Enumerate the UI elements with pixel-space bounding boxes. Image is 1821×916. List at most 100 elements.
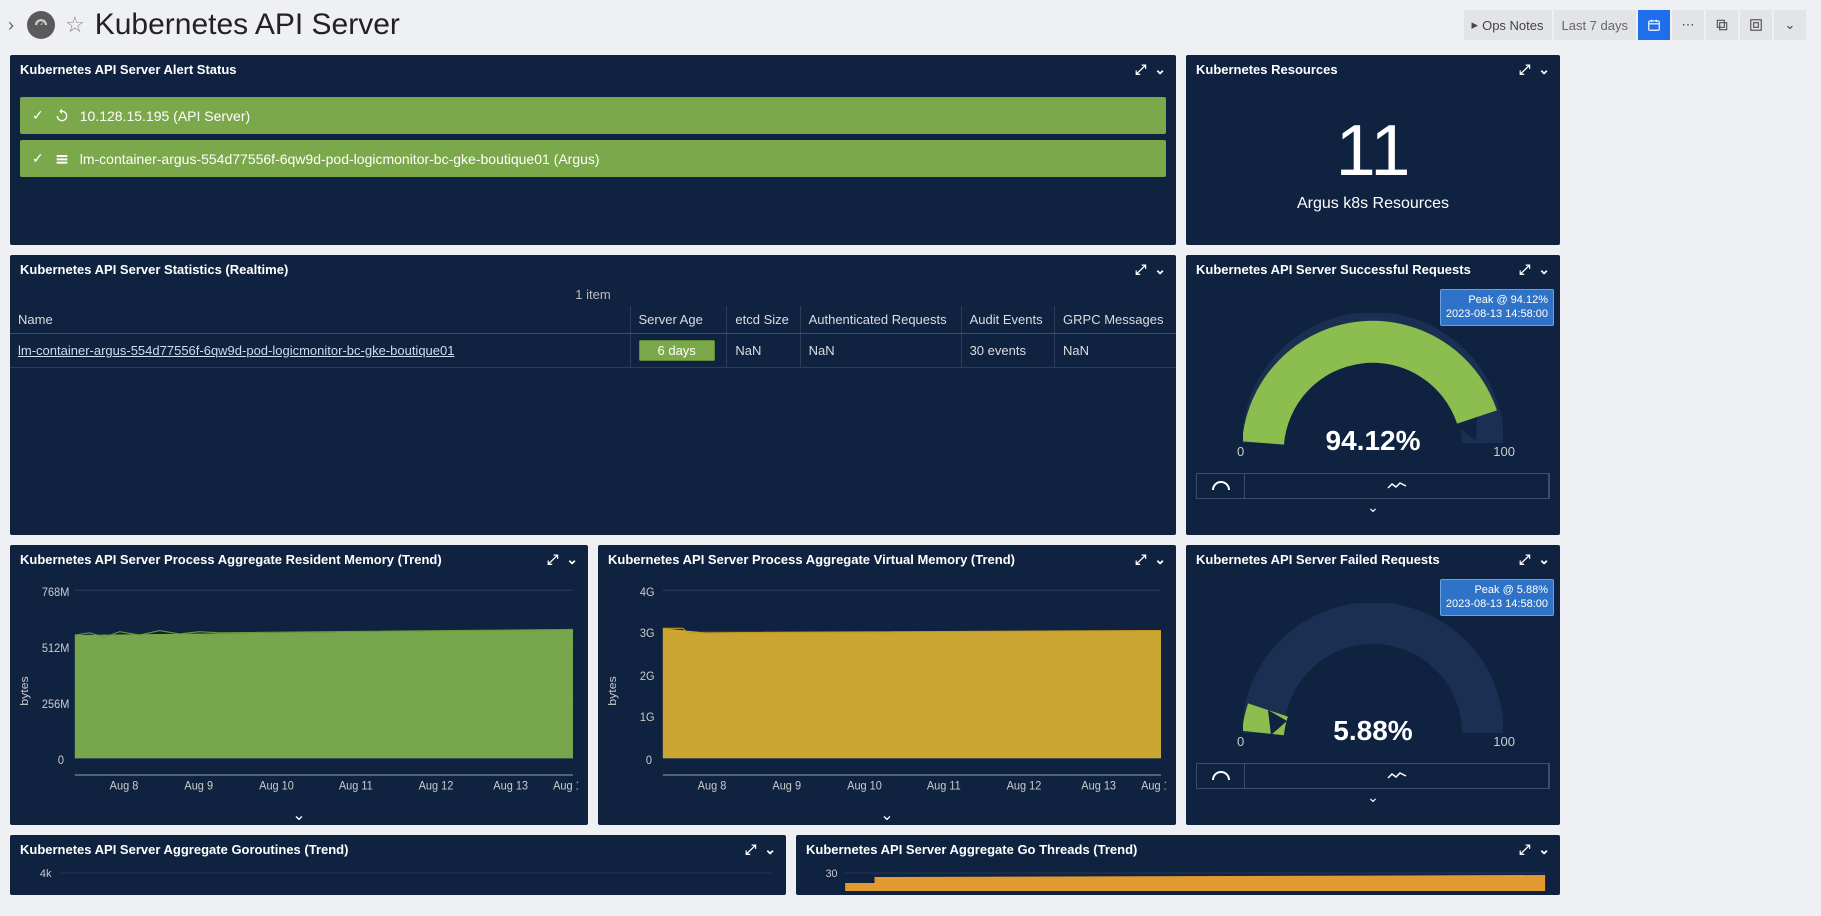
bottom-row: Kubernetes API Server Aggregate Goroutin… [10,835,1560,895]
svg-text:1G: 1G [640,711,655,725]
table-count: 1 item [10,283,1176,306]
row-name-link[interactable]: lm-container-argus-554d77556f-6qw9d-pod-… [18,343,454,358]
time-range-label[interactable]: Last 7 days [1554,10,1637,40]
expand-icon[interactable]: ⤢ [1135,261,1146,278]
panel-title: Kubernetes API Server Aggregate Go Threa… [806,842,1137,857]
chevron-down-icon[interactable]: ⌄ [880,807,893,824]
chevron-down-icon[interactable]: ⌄ [1367,499,1379,515]
svg-text:Aug 10: Aug 10 [847,779,882,793]
y-axis-label: bytes [20,676,31,706]
panel-gothreads: Kubernetes API Server Aggregate Go Threa… [796,835,1560,895]
panel-title: Kubernetes API Server Alert Status [20,62,237,77]
panel-title: Kubernetes API Server Statistics (Realti… [20,262,288,277]
svg-text:Aug 14: Aug 14 [553,779,578,793]
stats-table: Name Server Age etcd Size Authenticated … [10,306,1176,368]
svg-text:bytes: bytes [608,676,619,706]
fullscreen-button[interactable] [1740,10,1772,40]
panel-title: Kubernetes Resources [1196,62,1338,77]
chevron-down-icon[interactable]: ⌄ [1154,551,1166,568]
panel-failed-requests: Kubernetes API Server Failed Requests ⤢⌄… [1186,545,1560,825]
chevron-down-icon[interactable]: ⌄ [1538,551,1550,568]
panel-successful-requests: Kubernetes API Server Successful Request… [1186,255,1560,535]
col-auth[interactable]: Authenticated Requests [800,306,961,334]
expand-icon[interactable]: ⤢ [1135,61,1146,78]
memory-row: Kubernetes API Server Process Aggregate … [10,545,1176,825]
alert-item-label: 10.128.15.195 (API Server) [80,108,250,124]
gauge-value: 94.12% [1243,425,1503,457]
expand-icon[interactable]: ⤢ [1135,551,1146,568]
svg-text:Aug 12: Aug 12 [419,779,454,793]
ops-notes-button[interactable]: ▸Ops Notes [1464,10,1552,40]
cell-auth: NaN [800,334,961,368]
table-row[interactable]: lm-container-argus-554d77556f-6qw9d-pod-… [10,334,1176,368]
gauge-tab-line[interactable] [1245,764,1549,788]
col-grpc[interactable]: GRPC Messages [1055,306,1176,334]
page-header: › ☆ Kubernetes API Server ▸Ops Notes Las… [0,0,1821,55]
check-icon: ✓ [32,150,44,167]
table-header-row: Name Server Age etcd Size Authenticated … [10,306,1176,334]
clone-button[interactable] [1706,10,1738,40]
expand-icon[interactable]: ⤢ [1519,551,1530,568]
col-audit[interactable]: Audit Events [961,306,1054,334]
dots-icon: ⋯ [1682,17,1695,33]
svg-text:4G: 4G [640,585,655,599]
chevron-down-icon[interactable]: ⌄ [1538,61,1550,78]
expand-icon[interactable]: ⤢ [1519,841,1530,858]
server-age-badge: 6 days [639,340,715,361]
back-chevron-icon[interactable]: › [5,15,17,36]
panel-alert-status: Kubernetes API Server Alert Status ⤢ ⌄ ✓… [10,55,1176,245]
svg-text:Aug 13: Aug 13 [1081,779,1116,793]
dropdown-button[interactable]: ⌄ [1774,10,1806,40]
svg-text:Aug 10: Aug 10 [259,779,294,793]
gauge-tab-line[interactable] [1245,474,1549,498]
goroutines-chart: 4k [10,863,786,891]
panel-goroutines: Kubernetes API Server Aggregate Goroutin… [10,835,786,895]
y-tick: 4k [40,868,52,880]
expand-icon[interactable]: ⤢ [745,841,756,858]
panel-title: Kubernetes API Server Aggregate Goroutin… [20,842,348,857]
star-icon[interactable]: ☆ [65,12,85,38]
dashboard-icon [27,11,55,39]
col-etcd[interactable]: etcd Size [727,306,800,334]
chevron-down-icon[interactable]: ⌄ [1154,61,1166,78]
expand-icon[interactable]: ⤢ [1519,61,1530,78]
chevron-down-icon[interactable]: ⌄ [1367,789,1379,805]
alert-item[interactable]: ✓ 10.128.15.195 (API Server) [20,97,1166,134]
chevron-down-icon[interactable]: ⌄ [764,841,776,858]
panel-stats: Kubernetes API Server Statistics (Realti… [10,255,1176,535]
panel-virtual-memory: Kubernetes API Server Process Aggregate … [598,545,1176,825]
refresh-icon [54,108,70,124]
y-tick: 30 [826,868,838,880]
col-server-age[interactable]: Server Age [630,306,727,334]
svg-text:Aug 8: Aug 8 [110,779,139,793]
panel-title: Kubernetes API Server Successful Request… [1196,262,1471,277]
panel-resident-memory: Kubernetes API Server Process Aggregate … [10,545,588,825]
svg-text:Aug 13: Aug 13 [493,779,528,793]
peak-value: Peak @ 94.12% [1446,293,1548,307]
play-icon: ▸ [1472,17,1479,33]
svg-text:Aug 11: Aug 11 [339,779,373,793]
chevron-down-icon[interactable]: ⌄ [1538,261,1550,278]
gauge-tab-arc[interactable] [1197,474,1245,498]
chevron-down-icon[interactable]: ⌄ [292,807,305,824]
expand-icon[interactable]: ⤢ [547,551,558,568]
svg-text:768M: 768M [42,585,69,599]
dashboard-grid: Kubernetes API Server Alert Status ⤢ ⌄ ✓… [0,55,1821,895]
svg-text:Aug 9: Aug 9 [184,779,213,793]
expand-icon[interactable]: ⤢ [1519,261,1530,278]
cell-audit: 30 events [961,334,1054,368]
svg-text:Aug 14: Aug 14 [1141,779,1166,793]
alert-item[interactable]: ✓ lm-container-argus-554d77556f-6qw9d-po… [20,140,1166,177]
more-button[interactable]: ⋯ [1672,10,1704,40]
svg-text:Aug 12: Aug 12 [1007,779,1042,793]
calendar-button[interactable] [1638,10,1670,40]
chevron-down-icon[interactable]: ⌄ [1154,261,1166,278]
col-name[interactable]: Name [10,306,630,334]
gauge-tabs [1196,473,1550,499]
stack-icon [54,151,70,167]
svg-text:Aug 8: Aug 8 [698,779,727,793]
chevron-down-icon[interactable]: ⌄ [566,551,578,568]
panel-title: Kubernetes API Server Process Aggregate … [20,552,442,567]
gauge-tab-arc[interactable] [1197,764,1245,788]
chevron-down-icon[interactable]: ⌄ [1538,841,1550,858]
